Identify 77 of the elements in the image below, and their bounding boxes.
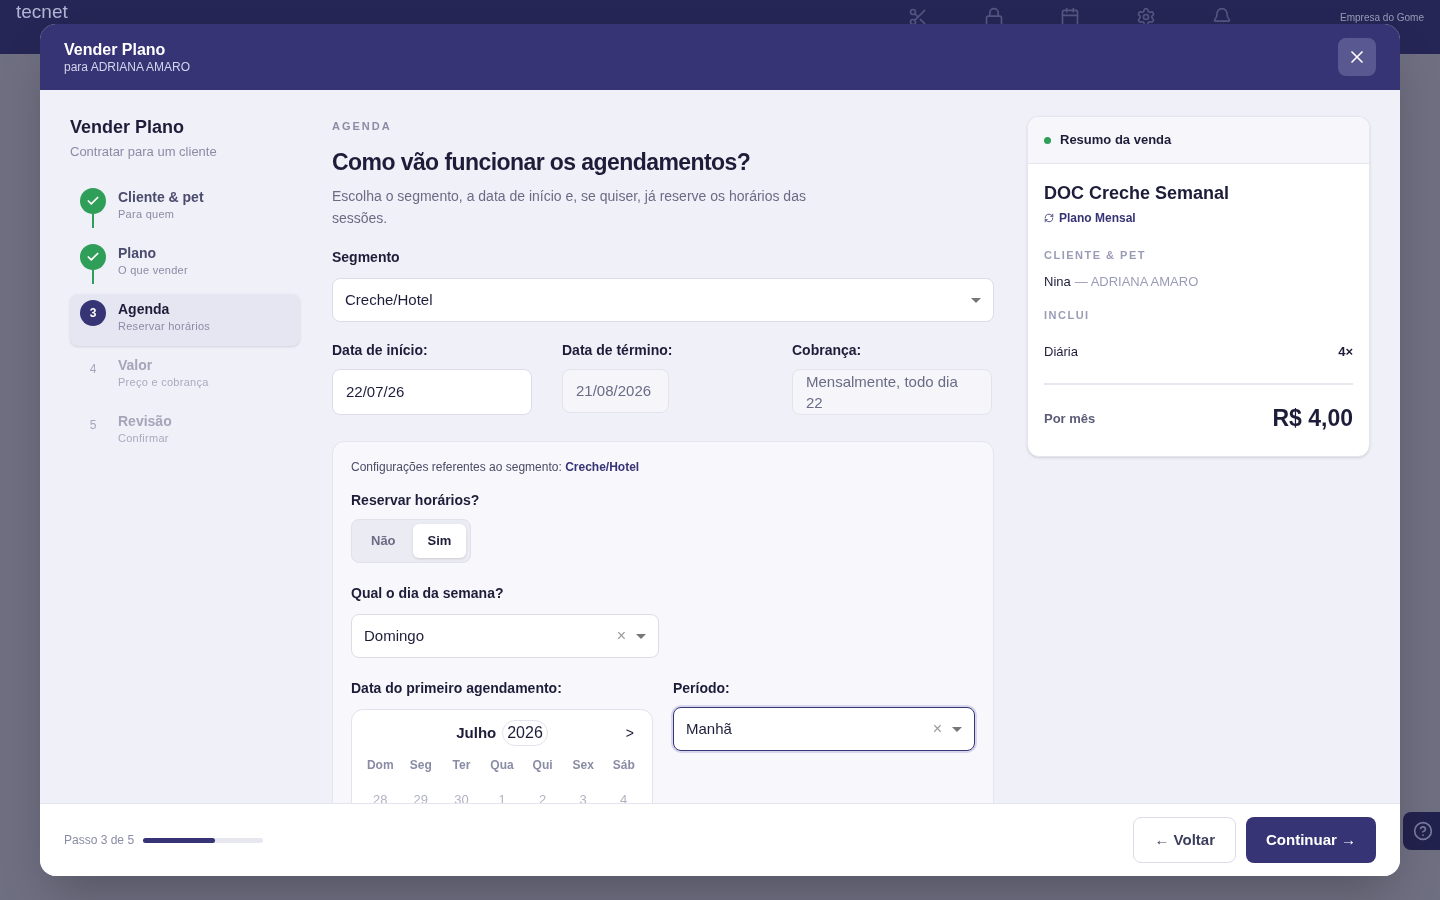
lock-icon[interactable] (983, 7, 1004, 27)
refresh-icon (1044, 213, 1054, 223)
company-name[interactable]: Empresa do Gome (1340, 9, 1424, 25)
logo: tecnet (16, 2, 68, 22)
step-number: 4 (88, 360, 98, 378)
stepper-subtitle: Contratar para um cliente (70, 143, 218, 161)
calendar-month: Julho (456, 722, 497, 743)
end-date-field[interactable]: 21/08/2026 (562, 369, 669, 413)
period-select[interactable]: Manhã × (673, 707, 975, 751)
step-label: Revisão (118, 411, 172, 430)
step-number: 3 (80, 299, 106, 326)
clear-icon[interactable]: × (616, 624, 626, 648)
dropdown-icon (971, 297, 981, 303)
step-hint: Preço e cobrança (118, 374, 209, 390)
toggle-option[interactable]: Não (356, 524, 411, 558)
step-item[interactable]: Cliente & pet Para quem (70, 181, 300, 234)
field-label: Reservar horários? (351, 491, 481, 510)
dropdown-icon (952, 726, 962, 732)
start-date-field[interactable]: 22/07/26 (332, 369, 532, 415)
field-label: Data de término: (562, 341, 674, 360)
help-button[interactable] (1403, 812, 1440, 850)
back-button[interactable]: ← Voltar (1133, 817, 1236, 863)
field-label: Data de início: (332, 341, 429, 360)
weekday-header: Dom (365, 757, 395, 774)
modal-title: Vender Plano (64, 40, 167, 60)
billing-field[interactable]: Mensalmente, todo dia 22 (792, 369, 992, 415)
section-description: Escolha o segmento, a data de início e, se quiser, já reserve os horários das sessões. (332, 187, 807, 228)
weekday-header: Sex (571, 757, 595, 774)
item-quantity: 4× (1338, 342, 1353, 361)
step-number: 5 (88, 416, 98, 434)
segment-select[interactable]: Creche/Hotel (332, 278, 994, 322)
step-item[interactable]: 3 Agenda Reservar horários (70, 293, 300, 346)
settings-intro: Configurações referentes ao segmento: Creche/Hotel (351, 459, 641, 476)
step-hint: Reservar horários (118, 318, 211, 334)
stepper-title: Vender Plano (70, 116, 186, 138)
step-label: Agenda (118, 299, 171, 318)
weekday-header: Sáb (611, 757, 636, 774)
dropdown-icon (636, 633, 646, 639)
field-label: Período: (673, 679, 731, 698)
item-name: Diária (1044, 342, 1078, 361)
weekday-header: Ter (451, 757, 472, 774)
section-label: INCLUI (1044, 308, 1091, 323)
section-label: CLIENTE & PET (1044, 248, 1147, 263)
toggle-option[interactable]: Sim (412, 524, 467, 558)
settings-icon[interactable] (1135, 7, 1156, 27)
field-label: Qual o dia da semana? (351, 584, 505, 603)
step-label: Valor (118, 355, 154, 374)
weekday-header: Seg (408, 757, 433, 774)
step-hint: O que vender (118, 262, 188, 278)
client-name: — ADRIANA AMARO (1074, 272, 1199, 291)
progress-text: Passo 3 de 5 (64, 832, 135, 849)
step-hint: Confirmar (118, 430, 170, 446)
continue-button[interactable]: Continuar → (1246, 817, 1376, 863)
total-price: R$ 4,00 (1272, 404, 1353, 433)
help-icon (1413, 821, 1433, 841)
step-label: Cliente & pet (118, 187, 204, 206)
weekday-select[interactable]: Domingo × (351, 614, 659, 658)
clear-icon[interactable]: × (932, 717, 942, 741)
section-heading: Como vão funcionar os agendamentos? (332, 147, 752, 177)
plan-name: DOC Creche Semanal (1044, 182, 1231, 205)
field-label: Data do primeiro agendamento: (351, 679, 563, 698)
plan-type: Plano Mensal (1059, 210, 1136, 227)
section-eyebrow: AGENDA (332, 119, 393, 134)
close-button[interactable] (1338, 38, 1376, 76)
modal-subtitle: para ADRIANA AMARO (64, 60, 191, 74)
scissors-icon[interactable] (907, 7, 928, 27)
field-label: Segmento (332, 248, 401, 267)
summary-title: Resumo da venda (1060, 131, 1172, 150)
step-hint: Para quem (118, 206, 176, 222)
next-month-button[interactable]: > (625, 722, 634, 744)
weekday-header: Qui (531, 757, 554, 774)
pet-name: Nina (1044, 272, 1071, 291)
weekday-header: Qua (489, 757, 515, 774)
step-label: Plano (118, 243, 158, 262)
field-label: Cobrança: (792, 341, 863, 360)
step-item[interactable]: Plano O que vender (70, 237, 300, 290)
total-label: Por mês (1044, 409, 1096, 428)
